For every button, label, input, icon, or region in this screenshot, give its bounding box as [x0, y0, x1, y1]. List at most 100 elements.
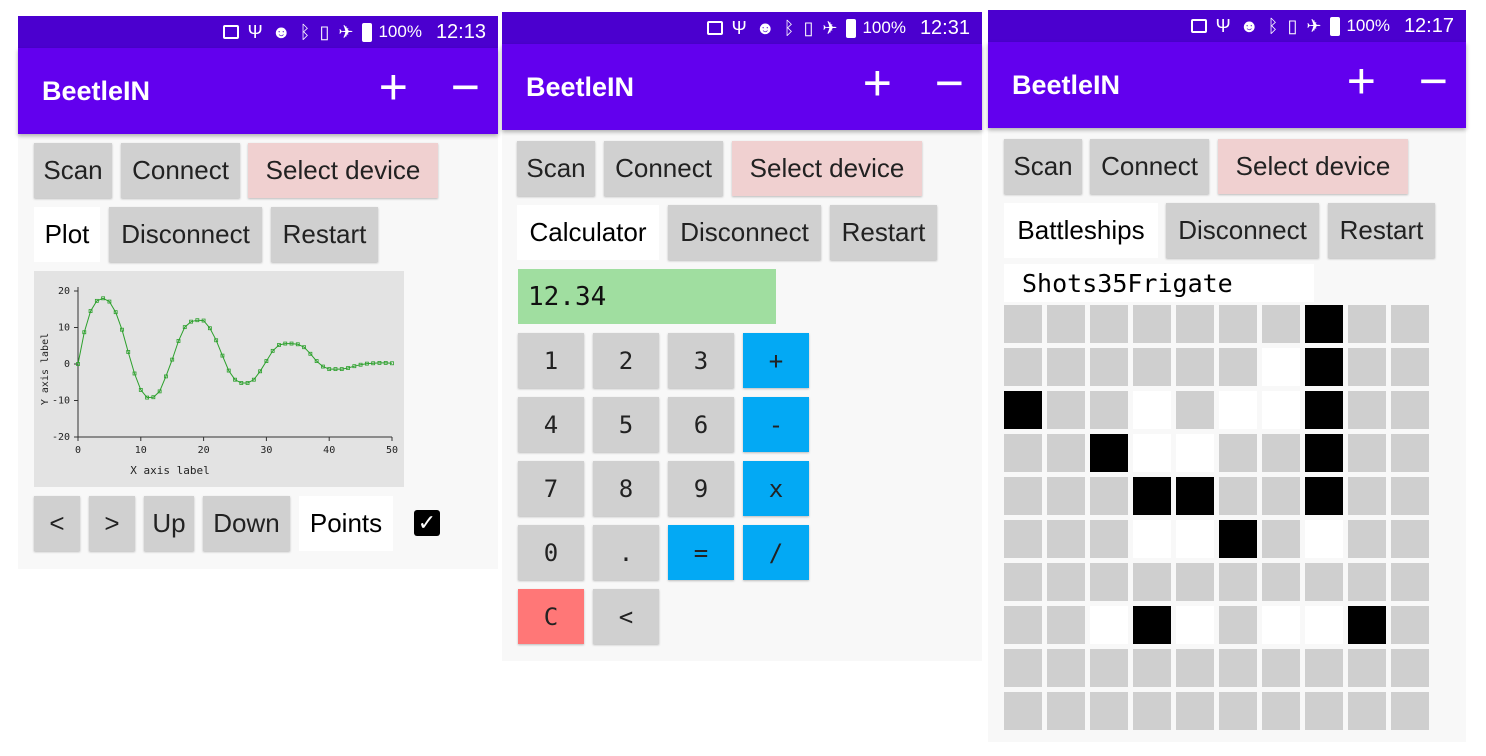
- grid-cell[interactable]: [1348, 348, 1386, 386]
- grid-cell[interactable]: [1047, 348, 1085, 386]
- scan-button[interactable]: Scan: [1004, 139, 1082, 194]
- grid-cell[interactable]: [1219, 434, 1257, 472]
- grid-cell[interactable]: [1219, 520, 1257, 558]
- disconnect-button[interactable]: Disconnect: [668, 205, 821, 260]
- plus-icon[interactable]: +: [379, 62, 408, 112]
- grid-cell[interactable]: [1262, 563, 1300, 601]
- grid-cell[interactable]: [1004, 477, 1042, 515]
- grid-cell[interactable]: [1004, 692, 1042, 730]
- grid-cell[interactable]: [1176, 391, 1214, 429]
- grid-cell[interactable]: [1348, 563, 1386, 601]
- digit-key-9[interactable]: 9: [668, 461, 734, 516]
- grid-cell[interactable]: [1305, 477, 1343, 515]
- grid-cell[interactable]: [1004, 520, 1042, 558]
- grid-cell[interactable]: [1391, 606, 1429, 644]
- equals-key[interactable]: =: [668, 525, 734, 580]
- disconnect-button[interactable]: Disconnect: [1166, 203, 1319, 258]
- grid-cell[interactable]: [1004, 606, 1042, 644]
- grid-cell[interactable]: [1262, 391, 1300, 429]
- grid-cell[interactable]: [1391, 477, 1429, 515]
- grid-cell[interactable]: [1305, 606, 1343, 644]
- grid-cell[interactable]: [1305, 348, 1343, 386]
- grid-cell[interactable]: [1262, 692, 1300, 730]
- grid-cell[interactable]: [1133, 434, 1171, 472]
- grid-cell[interactable]: [1219, 563, 1257, 601]
- digit-key-8[interactable]: 8: [593, 461, 659, 516]
- grid-cell[interactable]: [1047, 477, 1085, 515]
- disconnect-button[interactable]: Disconnect: [109, 207, 262, 262]
- points-checkbox[interactable]: ✓: [414, 510, 440, 536]
- restart-button[interactable]: Restart: [271, 207, 378, 262]
- grid-cell[interactable]: [1348, 434, 1386, 472]
- grid-cell[interactable]: [1004, 305, 1042, 343]
- grid-cell[interactable]: [1391, 692, 1429, 730]
- grid-cell[interactable]: [1047, 434, 1085, 472]
- select-device-button[interactable]: Select device: [248, 143, 438, 198]
- grid-cell[interactable]: [1305, 563, 1343, 601]
- grid-cell[interactable]: [1348, 606, 1386, 644]
- grid-cell[interactable]: [1262, 649, 1300, 687]
- grid-cell[interactable]: [1348, 305, 1386, 343]
- grid-cell[interactable]: [1176, 477, 1214, 515]
- grid-cell[interactable]: [1391, 305, 1429, 343]
- grid-cell[interactable]: [1262, 606, 1300, 644]
- plus-icon[interactable]: +: [863, 58, 892, 108]
- grid-cell[interactable]: [1004, 563, 1042, 601]
- digit-key-5[interactable]: 5: [593, 397, 659, 452]
- grid-cell[interactable]: [1090, 692, 1128, 730]
- digit-key-4[interactable]: 4: [518, 397, 584, 452]
- grid-cell[interactable]: [1176, 649, 1214, 687]
- digit-key-6[interactable]: 6: [668, 397, 734, 452]
- grid-cell[interactable]: [1348, 692, 1386, 730]
- grid-cell[interactable]: [1004, 391, 1042, 429]
- clear-key[interactable]: C: [518, 589, 584, 644]
- grid-cell[interactable]: [1047, 563, 1085, 601]
- left-button[interactable]: <: [34, 496, 80, 551]
- grid-cell[interactable]: [1219, 649, 1257, 687]
- grid-cell[interactable]: [1391, 391, 1429, 429]
- select-device-button[interactable]: Select device: [1218, 139, 1408, 194]
- grid-cell[interactable]: [1176, 520, 1214, 558]
- grid-cell[interactable]: [1047, 391, 1085, 429]
- grid-cell[interactable]: [1348, 477, 1386, 515]
- grid-cell[interactable]: [1262, 520, 1300, 558]
- grid-cell[interactable]: [1262, 477, 1300, 515]
- digit-key-7[interactable]: 7: [518, 461, 584, 516]
- down-button[interactable]: Down: [203, 496, 290, 551]
- grid-cell[interactable]: [1133, 391, 1171, 429]
- grid-cell[interactable]: [1391, 649, 1429, 687]
- grid-cell[interactable]: [1262, 434, 1300, 472]
- digit-key-0[interactable]: 0: [518, 525, 584, 580]
- plus-key[interactable]: +: [743, 333, 809, 388]
- grid-cell[interactable]: [1219, 477, 1257, 515]
- grid-cell[interactable]: [1305, 649, 1343, 687]
- grid-cell[interactable]: [1219, 348, 1257, 386]
- grid-cell[interactable]: [1133, 606, 1171, 644]
- right-button[interactable]: >: [89, 496, 135, 551]
- restart-button[interactable]: Restart: [1328, 203, 1435, 258]
- grid-cell[interactable]: [1047, 520, 1085, 558]
- digit-key-3[interactable]: 3: [668, 333, 734, 388]
- backspace-key[interactable]: <: [593, 589, 659, 644]
- grid-cell[interactable]: [1090, 434, 1128, 472]
- grid-cell[interactable]: [1305, 520, 1343, 558]
- minus-icon[interactable]: −: [451, 62, 480, 112]
- grid-cell[interactable]: [1090, 563, 1128, 601]
- scan-button[interactable]: Scan: [517, 141, 595, 196]
- grid-cell[interactable]: [1090, 606, 1128, 644]
- grid-cell[interactable]: [1004, 434, 1042, 472]
- grid-cell[interactable]: [1133, 649, 1171, 687]
- grid-cell[interactable]: [1219, 606, 1257, 644]
- grid-cell[interactable]: [1305, 692, 1343, 730]
- grid-cell[interactable]: [1348, 520, 1386, 558]
- minus-icon[interactable]: −: [1419, 56, 1448, 106]
- connect-button[interactable]: Connect: [121, 143, 240, 198]
- plus-icon[interactable]: +: [1347, 56, 1376, 106]
- grid-cell[interactable]: [1090, 391, 1128, 429]
- grid-cell[interactable]: [1176, 606, 1214, 644]
- grid-cell[interactable]: [1262, 348, 1300, 386]
- grid-cell[interactable]: [1176, 692, 1214, 730]
- grid-cell[interactable]: [1047, 305, 1085, 343]
- connect-button[interactable]: Connect: [604, 141, 723, 196]
- grid-cell[interactable]: [1219, 391, 1257, 429]
